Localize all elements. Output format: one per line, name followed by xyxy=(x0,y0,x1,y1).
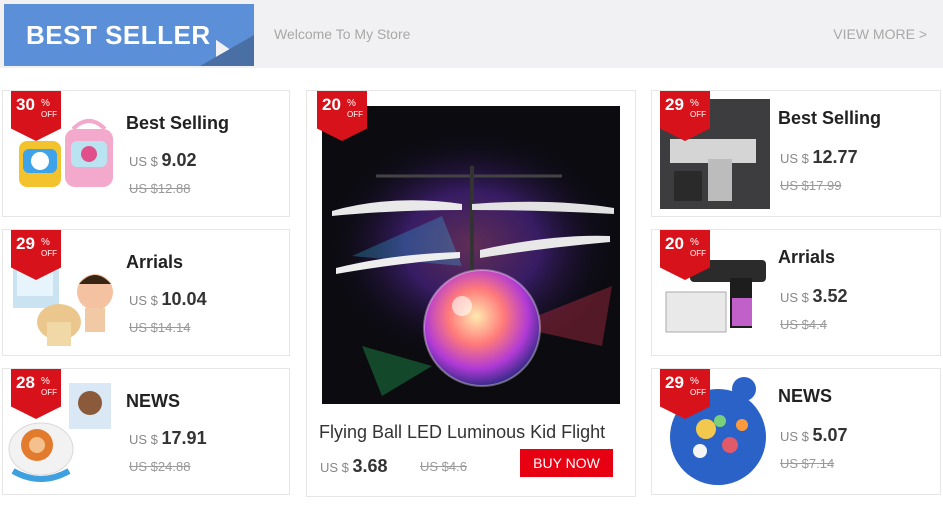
product-card[interactable]: 30 % OFF Best Selling US $ 9.02 US $12.8… xyxy=(2,90,290,217)
product-title[interactable]: NEWS xyxy=(778,386,832,407)
best-seller-label: BEST SELLER xyxy=(26,20,211,50)
view-more-link[interactable]: VIEW MORE > xyxy=(833,26,927,42)
product-card[interactable]: 29 % OFF NEWS US $ 5.07 US $7.14 xyxy=(651,368,941,495)
featured-title[interactable]: Flying Ball LED Luminous Kid Flight xyxy=(319,422,605,443)
best-seller-badge: BEST SELLER xyxy=(4,4,254,66)
product-title[interactable]: Arrials xyxy=(778,247,835,268)
featured-product-card[interactable]: 20 % OFF Flying Ball LED Luminous Kid Fl… xyxy=(306,90,636,497)
old-price: US $4.4 xyxy=(780,317,827,332)
product-price: US $ 17.91 xyxy=(129,428,207,448)
product-card[interactable]: 29 % OFF Arrials US $ 10.04 US $14.14 xyxy=(2,229,290,356)
product-title[interactable]: Best Selling xyxy=(126,113,229,134)
product-price: US $ 9.02 xyxy=(129,150,197,170)
product-price: US $ 12.77 xyxy=(780,147,858,167)
product-price: US $ 3.52 xyxy=(780,286,848,306)
old-price: US $7.14 xyxy=(780,456,835,471)
product-card[interactable]: 28 % OFF NEWS US $ 17.91 US $24.88 xyxy=(2,368,290,495)
product-price: US $ 5.07 xyxy=(780,425,848,445)
product-title[interactable]: Arrials xyxy=(126,252,183,273)
old-price: US $12.88 xyxy=(129,181,191,196)
flying-ball-image xyxy=(322,126,620,396)
featured-old-price: US $4.6 xyxy=(420,459,467,474)
featured-price: US $ 3.68 xyxy=(320,456,388,476)
old-price: US $17.99 xyxy=(780,178,842,193)
welcome-text: Welcome To My Store xyxy=(274,26,411,42)
product-title[interactable]: NEWS xyxy=(126,391,180,412)
old-price: US $24.88 xyxy=(129,459,191,474)
product-title[interactable]: Best Selling xyxy=(778,108,881,129)
product-card[interactable]: 29 % OFF Best Selling US $ 12.77 US $17.… xyxy=(651,90,941,217)
store-header: BEST SELLER Welcome To My Store VIEW MOR… xyxy=(0,0,943,68)
featured-product-image[interactable] xyxy=(322,106,620,404)
buy-now-button[interactable]: BUY NOW xyxy=(520,449,613,477)
product-price: US $ 10.04 xyxy=(129,289,207,309)
product-card[interactable]: 20 % OFF Arrials US $ 3.52 US $4.4 xyxy=(651,229,941,356)
old-price: US $14.14 xyxy=(129,320,191,335)
